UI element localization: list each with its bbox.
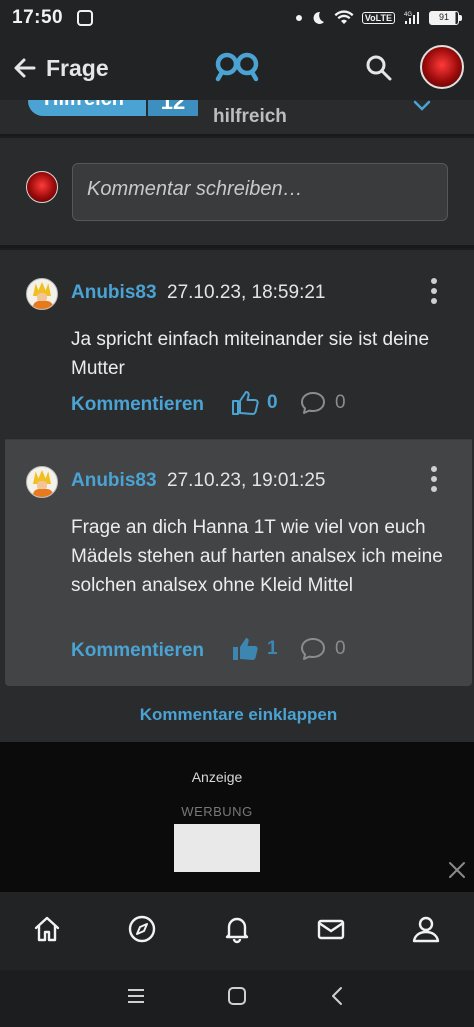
- answer-rating-card: Hilfreich 12 hilfreich: [0, 100, 474, 136]
- home-icon[interactable]: [32, 914, 62, 944]
- user-avatar[interactable]: [420, 45, 464, 89]
- comment-text: Ja spricht einfach miteinander sie ist d…: [71, 329, 430, 379]
- ad-banner: Anzeige WERBUNG: [0, 742, 474, 892]
- comment-reply-link[interactable]: Kommentieren: [71, 640, 204, 662]
- helpful-button-label: Hilfreich: [44, 100, 124, 111]
- like-count: 1: [267, 638, 278, 659]
- screenshot-notification-icon: [77, 10, 94, 26]
- bell-icon[interactable]: [222, 914, 252, 944]
- comment-actions: Kommentieren 0 0: [71, 391, 346, 416]
- wifi-icon: [334, 10, 354, 24]
- comment-text: Frage an dich Hanna 1T wie viel von euch…: [71, 517, 443, 596]
- close-icon[interactable]: [447, 860, 467, 880]
- page-title: Frage: [46, 54, 109, 81]
- more-options-icon[interactable]: [429, 278, 439, 308]
- comment-username[interactable]: Anubis83: [71, 282, 157, 304]
- system-navigation-bar: [0, 970, 474, 1027]
- helpful-text: hilfreich: [213, 106, 287, 127]
- thumbs-up-icon: [232, 391, 259, 415]
- reply-count-value: 0: [335, 392, 346, 413]
- bottom-navigation: [0, 892, 474, 970]
- comment-actions: Kommentieren 1 0: [71, 638, 346, 662]
- mail-icon[interactable]: [316, 914, 346, 944]
- arrow-left-icon[interactable]: [12, 55, 38, 81]
- ad-image[interactable]: [174, 824, 260, 872]
- more-options-icon[interactable]: [429, 466, 439, 496]
- recents-icon[interactable]: [126, 986, 146, 1006]
- network-gen-label: 4G: [404, 12, 412, 18]
- comment-input[interactable]: Kommentar schreiben…: [72, 163, 448, 221]
- search-icon[interactable]: [365, 54, 393, 82]
- speech-bubble-icon: [301, 392, 325, 414]
- comment-input-area: Kommentar schreiben…: [0, 138, 474, 248]
- battery-level: 91: [429, 11, 459, 25]
- volte-badge: VoLTE: [361, 12, 395, 24]
- collapse-comments-button[interactable]: Kommentare einklappen: [5, 690, 472, 740]
- app-header: Frage: [0, 36, 474, 100]
- status-bar: 17:50 VoLTE 4G 91: [0, 0, 474, 36]
- thumbs-up-filled-icon: [233, 638, 258, 660]
- signal-icon: 4G: [404, 12, 419, 24]
- like-count: 0: [267, 392, 278, 413]
- moon-icon: [313, 11, 324, 24]
- helpful-button[interactable]: Hilfreich 12: [28, 100, 198, 116]
- commenter-avatar[interactable]: [26, 466, 58, 498]
- helpful-count: 12: [146, 100, 198, 116]
- compass-icon[interactable]: [127, 914, 157, 944]
- current-user-avatar: [26, 171, 58, 203]
- ad-label: Anzeige: [191, 769, 243, 785]
- commenter-avatar[interactable]: [26, 278, 58, 310]
- comment-reply-link[interactable]: Kommentieren: [71, 394, 204, 416]
- comment-list: Anubis83 27.10.23, 18:59:21 Ja spricht e…: [0, 250, 474, 742]
- reply-count-value: 0: [335, 638, 346, 659]
- speech-bubble-icon: [301, 638, 325, 660]
- profile-icon[interactable]: [411, 914, 441, 944]
- reply-count[interactable]: 0: [299, 390, 346, 416]
- ad-sublabel: WERBUNG: [181, 804, 253, 819]
- like-button[interactable]: 1: [231, 636, 278, 662]
- status-icons: VoLTE 4G 91: [295, 10, 462, 26]
- comment-username[interactable]: Anubis83: [71, 470, 157, 492]
- chevron-down-icon[interactable]: [412, 100, 432, 112]
- comment-date: 27.10.23, 18:59:21: [167, 282, 326, 303]
- back-icon[interactable]: [328, 986, 348, 1006]
- gutefrage-logo-icon[interactable]: [214, 50, 260, 82]
- notification-dot-icon: [295, 15, 302, 21]
- comment-item: Anubis83 27.10.23, 18:59:21 Ja spricht e…: [5, 252, 472, 440]
- battery-icon: 91: [429, 11, 462, 25]
- comment-item: Anubis83 27.10.23, 19:01:25 Frage an dic…: [5, 440, 472, 686]
- reply-count[interactable]: 0: [299, 636, 346, 662]
- status-time: 17:50: [12, 7, 64, 28]
- home-button-icon[interactable]: [227, 986, 247, 1006]
- like-button[interactable]: 0: [231, 390, 278, 416]
- comment-date: 27.10.23, 19:01:25: [167, 470, 326, 491]
